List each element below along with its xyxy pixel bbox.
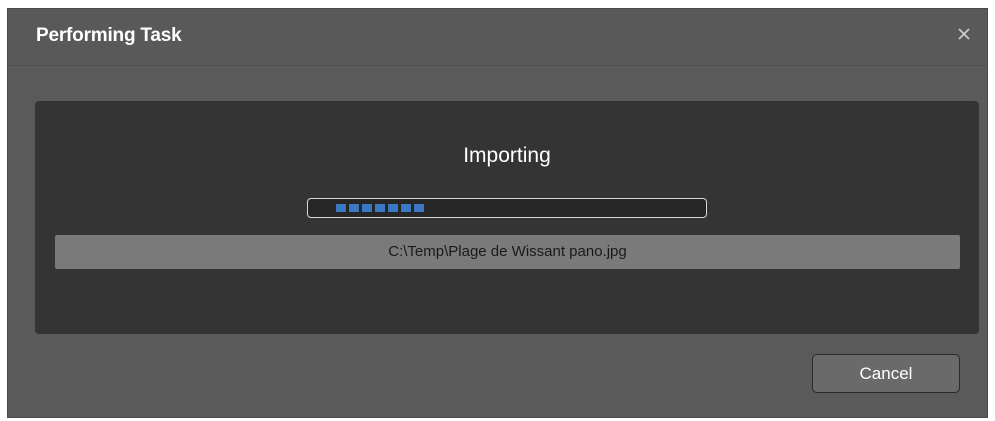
task-status-label: Importing bbox=[463, 144, 551, 167]
close-icon[interactable] bbox=[951, 21, 977, 47]
progress-segment bbox=[414, 204, 424, 212]
progress-segment bbox=[362, 204, 372, 212]
progress-segment bbox=[336, 204, 346, 212]
performing-task-dialog: Performing Task Importing C:\Temp\Plage … bbox=[7, 8, 988, 418]
progress-segment bbox=[401, 204, 411, 212]
dialog-title: Performing Task bbox=[36, 25, 182, 46]
progress-segment bbox=[375, 204, 385, 212]
progress-bar bbox=[307, 198, 707, 218]
cancel-button[interactable]: Cancel bbox=[812, 354, 960, 393]
current-file-bar: C:\Temp\Plage de Wissant pano.jpg bbox=[55, 235, 960, 269]
dialog-titlebar[interactable]: Performing Task bbox=[8, 9, 987, 66]
progress-fill bbox=[336, 204, 424, 212]
progress-segment bbox=[349, 204, 359, 212]
progress-segment bbox=[388, 204, 398, 212]
task-panel: Importing C:\Temp\Plage de Wissant pano.… bbox=[35, 101, 979, 334]
current-file-path: C:\Temp\Plage de Wissant pano.jpg bbox=[388, 243, 627, 260]
